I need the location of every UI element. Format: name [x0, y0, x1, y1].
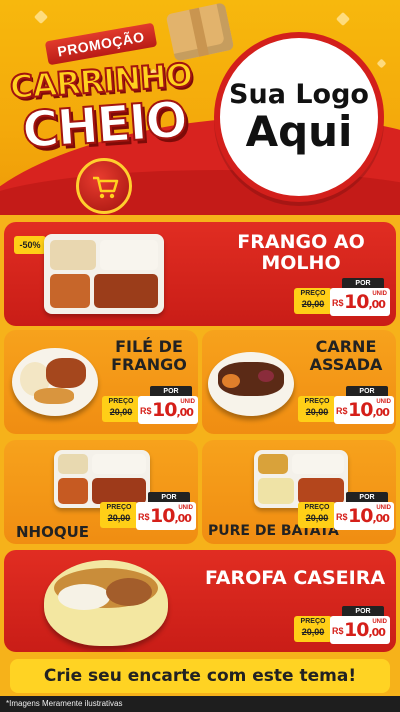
price-tag: POR PREÇO 20,00 R$ 10,00 UNID	[294, 278, 390, 318]
cart-badge	[76, 158, 132, 214]
product-card-file-de-frango[interactable]: FILÉ DE FRANGO POR PREÇO 20,00 R$ 10,00 UNI…	[4, 330, 198, 434]
old-price: 20,00	[109, 407, 133, 417]
cta-text: Crie seu encarte com este tema!	[43, 666, 357, 686]
product-card-nhoque[interactable]: NHOQUE POR PREÇO 20,00 R$ 10,00 UNID	[4, 440, 198, 544]
shopping-cart-icon	[93, 176, 119, 199]
logo-text-line2: Aqui	[245, 106, 353, 156]
campaign-badge: PROMOÇÃO CARRINHO CHEIO	[4, 10, 204, 214]
old-price: 20,00	[301, 627, 325, 637]
product-title: FILÉ DE FRANGO	[111, 337, 187, 374]
product-card-farofa-caseira[interactable]: FAROFA CASEIRA POR PREÇO 20,00 R$ 10,00 UNI…	[4, 550, 396, 652]
product-card-pure-de-batata[interactable]: PURE DE BATATA POR PREÇO 20,00 R$ 10,00 UNI…	[202, 440, 396, 544]
disclaimer-bar: *Imagens Meramente ilustrativas	[0, 696, 400, 712]
sparkle-icon	[376, 58, 387, 69]
food-image-carne-assada	[208, 352, 294, 416]
price-tag: POR PREÇO 20,00 R$ 10,00 UNID	[298, 386, 394, 426]
flyer-page: PROMOÇÃO CARRINHO CHEIO Sua Logo Aqui -5…	[0, 0, 400, 712]
product-card-carne-assada[interactable]: CARNE ASSADA POR PREÇO 20,00 R$ 10,00 UNID	[202, 330, 396, 434]
cta-banner[interactable]: Crie seu encarte com este tema!	[10, 659, 390, 693]
price-tag: POR PREÇO 20,00 R$ 10,00 UNID	[298, 492, 394, 532]
logo-placeholder: Sua Logo Aqui	[214, 32, 384, 202]
food-image-farofa-caseira	[44, 560, 168, 646]
food-image-file-de-frango	[12, 348, 98, 416]
old-price: 20,00	[305, 407, 329, 417]
old-price: 20,00	[305, 513, 329, 523]
sparkle-icon	[335, 11, 351, 27]
product-card-frango-ao-molho[interactable]: -50% FRANGO AO MOLHO POR PREÇO 20,00 R$ 10…	[4, 222, 396, 326]
old-price: 20,00	[107, 513, 131, 523]
product-title: FRANGO AO MOLHO	[237, 231, 365, 274]
product-title: FAROFA CASEIRA	[204, 567, 386, 589]
price-tag: POR PREÇO 20,00 R$ 10,00 UNID	[100, 492, 196, 532]
product-title: CARNE ASSADA	[309, 337, 383, 374]
header-banner: PROMOÇÃO CARRINHO CHEIO Sua Logo Aqui	[0, 0, 400, 215]
price-tag: POR PREÇO 20,00 R$ 10,00 UNID	[102, 386, 198, 426]
disclaimer-text: *Imagens Meramente ilustrativas	[6, 699, 123, 708]
food-image-frango-ao-molho	[44, 234, 164, 314]
campaign-title-line2: CHEIO	[19, 89, 188, 160]
price-tag: POR PREÇO 20,00 R$ 10,00 UNID	[294, 606, 390, 646]
logo-text-line1: Sua Logo	[229, 79, 369, 111]
old-price: 20,00	[301, 299, 325, 309]
discount-tag: -50%	[14, 236, 46, 254]
